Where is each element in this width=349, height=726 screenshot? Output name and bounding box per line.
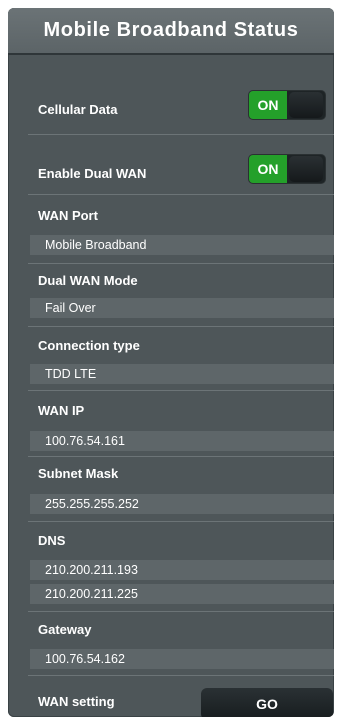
dual-wan-mode-value: Fail Over (30, 298, 334, 318)
enable-dual-wan-label: Enable Dual WAN (38, 166, 147, 181)
divider (28, 134, 334, 135)
divider (28, 390, 334, 391)
divider (28, 611, 334, 612)
subnet-mask-label: Subnet Mask (38, 466, 119, 481)
divider (28, 521, 334, 522)
dual-wan-toggle[interactable]: ON (249, 155, 325, 183)
dns-label: DNS (38, 533, 66, 548)
gateway-label: Gateway (38, 622, 92, 637)
toggle-on-label: ON (249, 91, 287, 119)
wan-port-label: WAN Port (38, 208, 98, 223)
toggle-on-label: ON (249, 155, 287, 183)
cellular-data-label: Cellular Data (38, 102, 118, 117)
wan-setting-label: WAN setting (38, 694, 115, 709)
dns-secondary-value: 210.200.211.225 (30, 584, 334, 604)
connection-type-label: Connection type (38, 338, 140, 353)
gateway-value: 100.76.54.162 (30, 649, 334, 669)
cellular-data-toggle[interactable]: ON (249, 91, 325, 119)
toggle-knob (289, 156, 323, 182)
toggle-knob (289, 92, 323, 118)
connection-type-value: TDD LTE (30, 364, 334, 384)
wan-port-value: Mobile Broadband (30, 235, 334, 255)
divider (28, 675, 334, 676)
divider (28, 194, 334, 195)
divider (28, 326, 334, 327)
dual-wan-mode-label: Dual WAN Mode (38, 273, 138, 288)
subnet-mask-value: 255.255.255.252 (30, 494, 334, 514)
wan-ip-label: WAN IP (38, 403, 85, 418)
mobile-broadband-status-panel: Mobile Broadband Status Cellular Data ON… (8, 8, 334, 717)
go-button[interactable]: GO (201, 688, 333, 717)
divider (28, 263, 334, 264)
wan-ip-value: 100.76.54.161 (30, 431, 334, 451)
dns-primary-value: 210.200.211.193 (30, 560, 334, 580)
panel-title: Mobile Broadband Status (8, 8, 334, 55)
divider (28, 456, 334, 457)
